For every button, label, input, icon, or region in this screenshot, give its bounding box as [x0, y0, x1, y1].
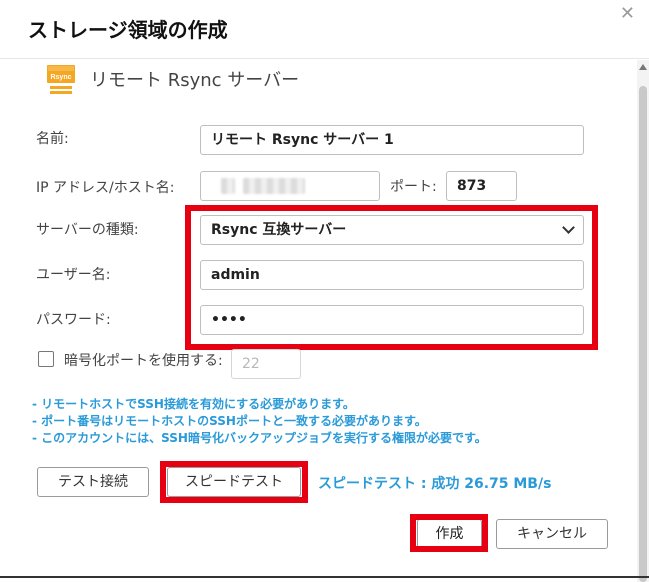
ip-input[interactable] — [200, 171, 380, 201]
username-label: ユーザー名: — [36, 267, 111, 283]
rsync-icon-text: Rsync — [50, 74, 71, 81]
server-type-title: リモート Rsync サーバー — [90, 70, 300, 91]
note-line: - ポート番号はリモートホストのSSHポートと一致する必要があります。 — [32, 414, 427, 428]
info-notes: - リモートホストでSSH接続を有効にする必要があります。 - ポート番号はリモ… — [32, 396, 487, 447]
rsync-server-icon: Rsync — [47, 65, 75, 94]
port-label: ポート: — [390, 179, 437, 195]
name-label: 名前: — [36, 131, 69, 147]
redacted-ip — [243, 178, 305, 194]
encrypt-port-checkbox[interactable] — [38, 351, 54, 367]
ip-label: IP アドレス/ホスト名: — [36, 180, 175, 196]
username-input[interactable]: admin — [200, 260, 584, 290]
server-type-label: サーバーの種類: — [36, 222, 139, 238]
encrypt-port-label: 暗号化ポートを使用する: — [64, 353, 223, 369]
create-button[interactable]: 作成 — [417, 519, 482, 549]
encrypt-port-input[interactable]: 22 — [231, 349, 301, 379]
dialog-title: ストレージ領域の作成 — [28, 18, 228, 42]
redacted-ip — [221, 178, 235, 194]
speed-test-result: スピードテスト : 成功 26.75 MB/s — [318, 476, 552, 492]
note-line: - リモートホストでSSH接続を有効にする必要があります。 — [32, 397, 355, 411]
scrollbar-thumb[interactable] — [639, 86, 647, 582]
chevron-down-icon — [562, 221, 575, 234]
test-connection-button[interactable]: テスト接続 — [37, 467, 149, 497]
port-input[interactable]: 873 — [446, 171, 517, 201]
password-label: パスワード: — [36, 312, 111, 328]
server-type-value: Rsync 互換サーバー — [211, 222, 347, 238]
note-line: - このアカウントには、SSH暗号化バックアップジョブを実行する権限が必要です。 — [32, 431, 487, 445]
name-input[interactable]: リモート Rsync サーバー 1 — [200, 125, 584, 155]
cancel-button[interactable]: キャンセル — [496, 519, 608, 549]
bottom-border — [0, 576, 649, 578]
close-icon[interactable]: ✕ — [620, 4, 635, 24]
scroll-up-icon[interactable] — [639, 64, 647, 70]
speed-test-button[interactable]: スピードテスト — [167, 467, 301, 497]
header-divider — [0, 58, 649, 59]
server-type-select[interactable]: Rsync 互換サーバー — [200, 215, 584, 245]
password-input[interactable]: •••• — [200, 305, 584, 335]
